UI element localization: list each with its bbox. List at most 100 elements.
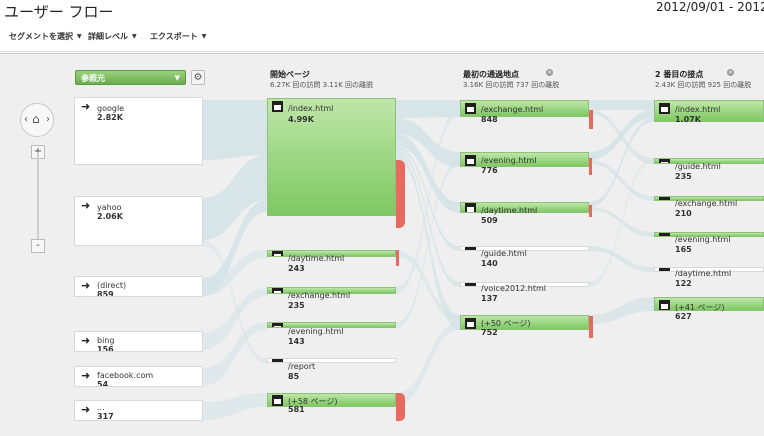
flow-ribbon[interactable]: [396, 322, 460, 405]
gear-icon[interactable]: ⚙: [191, 70, 205, 85]
chevron-down-icon: ▼: [174, 74, 180, 82]
page-node[interactable]: [267, 358, 396, 363]
source-node[interactable]: ➜ facebook.com 54: [74, 366, 203, 387]
page-icon: [465, 318, 476, 329]
column-title-second: 2 番目の接点: [655, 70, 704, 79]
page-header: ユーザー フロー 2012/09/01 - 2012/: [0, 0, 764, 22]
flow-ribbon[interactable]: [589, 246, 654, 272]
chevron-left-icon[interactable]: ‹: [24, 114, 28, 125]
page-name: /daytime.html: [288, 254, 345, 263]
page-icon: [659, 268, 670, 271]
page-name: /index.html: [675, 105, 721, 114]
close-icon[interactable]: ×: [546, 69, 553, 76]
page-name: /index.html: [288, 104, 334, 113]
close-icon[interactable]: ×: [727, 69, 734, 76]
page-value: 243: [288, 264, 305, 273]
zoom-out-button[interactable]: -: [31, 239, 45, 253]
page-value: 137: [481, 294, 498, 303]
chevron-down-icon: ▼: [77, 33, 82, 40]
flow-ribbon[interactable]: [203, 393, 267, 420]
zoom-slider-track[interactable]: [37, 152, 39, 240]
page-name: /daytime.html: [481, 206, 538, 215]
entrance-arrow-icon: ➜: [81, 279, 91, 292]
page-icon: [465, 247, 476, 250]
dropoff-bar[interactable]: [396, 393, 405, 421]
page-value: 85: [288, 372, 300, 381]
entrance-arrow-icon: ➜: [81, 334, 91, 347]
chevron-down-icon: ▼: [132, 33, 137, 40]
segment-select-button[interactable]: セグメントを選択 ▼: [9, 31, 82, 42]
pan-control[interactable]: ‹ ⌂ ›: [20, 103, 54, 137]
entrance-arrow-icon: ➜: [81, 199, 91, 212]
source-name: (direct): [97, 281, 127, 290]
page-value: 235: [288, 301, 305, 310]
dropoff-bar[interactable]: [589, 158, 592, 175]
segment-select-label: セグメントを選択: [9, 32, 73, 41]
source-node[interactable]: ➜ ... 317: [74, 400, 203, 421]
page-icon: [465, 283, 476, 286]
source-name: bing: [97, 336, 115, 345]
toolbar: セグメントを選択 ▼ 詳細レベル ▼ エクスポート ▼: [0, 22, 764, 52]
page-name: /evening.html: [675, 235, 731, 244]
dropoff-bar[interactable]: [396, 160, 405, 228]
source-value: 2.06K: [97, 212, 123, 221]
page-name: /evening.html: [481, 156, 537, 165]
page-name: /report: [288, 362, 316, 371]
page-value: 1.07K: [675, 115, 701, 124]
page-node[interactable]: [267, 98, 396, 216]
flow-ribbon[interactable]: [203, 100, 267, 160]
source-name: ...: [97, 403, 105, 412]
chevron-right-icon[interactable]: ›: [46, 114, 50, 125]
home-icon[interactable]: ⌂: [32, 112, 40, 126]
page-value: 4.99K: [288, 115, 314, 124]
dropoff-bar[interactable]: [589, 110, 593, 129]
dimension-dropdown[interactable]: 参照元 ▼: [75, 70, 186, 85]
source-value: 54: [97, 380, 109, 387]
chevron-down-icon: ▼: [201, 33, 207, 40]
source-value: 2.82K: [97, 113, 123, 122]
page-name: /voice2012.html: [481, 284, 546, 293]
page-icon: [465, 203, 476, 212]
page-icon: [659, 159, 670, 163]
flow-ribbon[interactable]: [203, 155, 267, 240]
page-value: 627: [675, 312, 692, 321]
page-value: 165: [675, 245, 692, 254]
page-name: /exchange.html: [481, 105, 544, 114]
entrance-arrow-icon: ➜: [81, 100, 91, 113]
flow-ribbon[interactable]: [589, 297, 654, 324]
dropoff-bar[interactable]: [589, 316, 593, 338]
page-value: 752: [481, 328, 498, 337]
page-icon: [465, 155, 476, 166]
source-name: facebook.com: [97, 371, 154, 380]
source-node[interactable]: ➜ yahoo 2.06K: [74, 196, 203, 246]
source-node[interactable]: ➜ google 2.82K: [74, 97, 203, 165]
page-value: 848: [481, 115, 498, 124]
page-icon: [272, 288, 283, 293]
dropoff-bar[interactable]: [396, 250, 399, 266]
entrance-arrow-icon: ➜: [81, 403, 91, 416]
export-button[interactable]: エクスポート ▼: [150, 31, 206, 42]
flow-ribbon[interactable]: [203, 250, 267, 296]
flow-ribbon[interactable]: [589, 100, 654, 110]
source-value: 156: [97, 345, 114, 352]
page-icon: [272, 359, 283, 362]
page-name: /exchange.html: [675, 199, 738, 208]
source-node[interactable]: ➜ (direct) 859: [74, 276, 203, 297]
page-value: 140: [481, 259, 498, 268]
date-range[interactable]: 2012/09/01 - 2012/: [656, 0, 764, 14]
page-value: 210: [675, 209, 692, 218]
dimension-dropdown-label: 参照元: [81, 74, 105, 83]
dropoff-bar[interactable]: [589, 205, 592, 217]
page-icon: [659, 103, 670, 114]
column-title-start: 開始ページ: [270, 70, 310, 79]
page-icon: [272, 323, 283, 327]
page-value: 143: [288, 337, 305, 346]
column-subtitle-first: 3.16K 回の訪問 737 回の離脱: [463, 81, 560, 89]
detail-level-button[interactable]: 詳細レベル ▼: [88, 31, 137, 42]
page-icon: [272, 251, 283, 256]
page-icon: [659, 197, 670, 200]
source-value: 859: [97, 290, 114, 297]
source-node[interactable]: ➜ bing 156: [74, 331, 203, 352]
flow-ribbon[interactable]: [203, 288, 267, 350]
column-title-first: 最初の通過地点: [463, 70, 519, 79]
